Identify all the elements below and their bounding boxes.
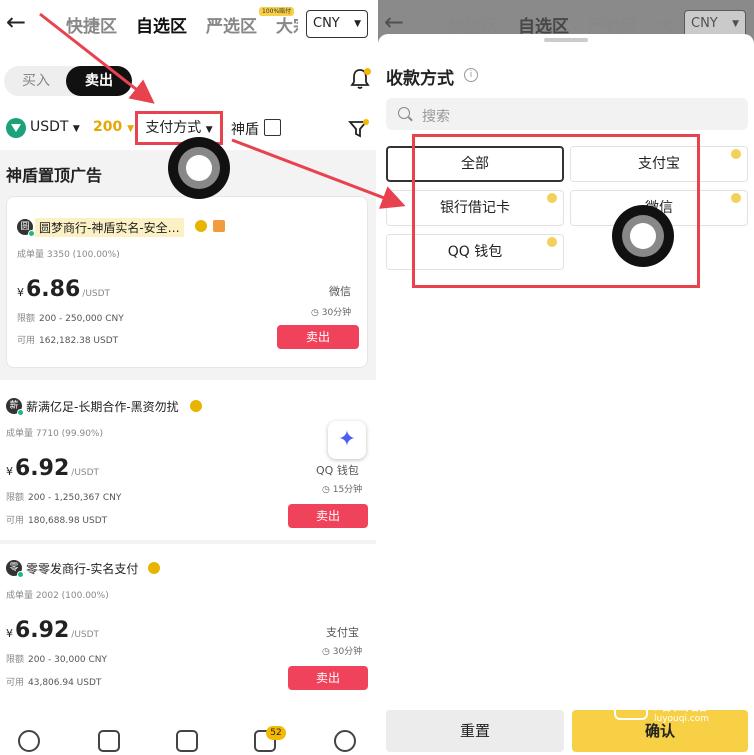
sell-button[interactable]: 卖出 bbox=[277, 325, 359, 349]
orders-icon[interactable] bbox=[98, 730, 120, 752]
listing-row[interactable]: 零 零零发商行-实名支付 成单量 2002 (100.00%) ¥6.92/US… bbox=[0, 544, 376, 706]
profile-icon[interactable] bbox=[334, 730, 356, 752]
back-arrow-icon[interactable]: ← bbox=[6, 8, 26, 36]
sell-button[interactable]: 卖出 bbox=[288, 666, 368, 690]
tab-bulk[interactable]: 大宗 bbox=[276, 12, 298, 37]
time-limit: ◷ 15分钟 bbox=[322, 485, 363, 495]
back-arrow-icon: ← bbox=[384, 8, 405, 36]
order-count: 成单量 2002 (100.00%) bbox=[6, 591, 109, 601]
coin-select[interactable]: USDT ▼ bbox=[30, 119, 80, 135]
limit: 限额 200 - 250,000 CNY bbox=[17, 314, 124, 324]
price: ¥6.92/USDT bbox=[6, 618, 100, 643]
search-input[interactable]: 搜索 bbox=[386, 98, 748, 130]
caret-down-icon: ▼ bbox=[354, 19, 361, 29]
tab-quick[interactable]: 快捷区 bbox=[66, 12, 117, 37]
order-count: 成单量 7710 (99.90%) bbox=[6, 429, 103, 439]
tap-indicator bbox=[168, 137, 230, 199]
right-screen: ← 快捷区 自选区 严选区 大宗 CNY ▼ 收款方式 i 搜索 全部 支付宝 … bbox=[378, 0, 754, 755]
bell-icon[interactable] bbox=[350, 68, 371, 90]
amount-select[interactable]: 200 ▼ bbox=[93, 119, 134, 135]
tap-indicator bbox=[612, 205, 674, 267]
ai-sparkle-icon[interactable]: ✦ bbox=[328, 421, 366, 459]
payment-method-sheet: 收款方式 i 搜索 全部 支付宝 银行借记卡 微信 QQ 钱包 重置 确认 bbox=[378, 34, 754, 755]
announce-icon[interactable] bbox=[176, 730, 198, 752]
bottom-nav bbox=[0, 724, 376, 755]
price: ¥6.92/USDT bbox=[6, 456, 100, 481]
buy-sell-toggle: 买入 卖出 bbox=[4, 66, 132, 96]
home-icon[interactable] bbox=[18, 730, 40, 752]
payment-method: QQ 钱包 bbox=[316, 464, 359, 477]
currency-value: CNY bbox=[691, 16, 718, 31]
currency-value: CNY bbox=[313, 16, 340, 31]
verified-badge-icon bbox=[195, 220, 207, 232]
watermark-title: 路由器 bbox=[654, 694, 708, 715]
available: 可用 162,182.38 USDT bbox=[17, 336, 119, 346]
sheet-title: 收款方式 bbox=[386, 69, 454, 89]
listing-card-pinned[interactable]: 圆 圆梦商行-神盾实名-安全… 成单量 3350 (100.00%) ¥6.86… bbox=[6, 196, 368, 368]
watermark-url: luyouqi.com bbox=[654, 714, 710, 724]
shield-label: 神盾 bbox=[231, 122, 259, 138]
shield-checkbox[interactable] bbox=[264, 119, 281, 136]
available: 可用 43,806.94 USDT bbox=[6, 678, 102, 688]
avatar: 零 bbox=[6, 560, 24, 578]
order-count: 成单量 3350 (100.00%) bbox=[17, 250, 120, 260]
price: ¥6.86/USDT bbox=[17, 277, 111, 302]
available: 可用 180,688.98 USDT bbox=[6, 516, 108, 526]
section-title: 神盾置顶广告 bbox=[6, 166, 103, 185]
time-limit: ◷ 30分钟 bbox=[322, 647, 363, 657]
time-limit: ◷ 30分钟 bbox=[311, 308, 352, 318]
reset-button[interactable]: 重置 bbox=[386, 710, 564, 752]
watermark-logo: 路由器 luyouqi.com bbox=[614, 690, 754, 730]
left-screen: ← 快捷区 自选区 严选区 100%赔付 大宗 CNY ▼ 买入 卖出 USDT… bbox=[0, 0, 376, 755]
limit: 限额 200 - 1,250,367 CNY bbox=[6, 493, 122, 503]
buy-tab[interactable]: 买入 bbox=[4, 66, 68, 96]
merchant-name[interactable]: 圆梦商行-神盾实名-安全… bbox=[35, 218, 184, 237]
merchant-name[interactable]: 零零发商行-实名支付 bbox=[26, 560, 138, 577]
drag-handle[interactable] bbox=[544, 38, 588, 42]
filter-funnel-icon[interactable] bbox=[348, 118, 370, 140]
merchant-name[interactable]: 薪满亿足-长期合作-黑资勿扰 bbox=[26, 398, 179, 415]
message-badge: 52 bbox=[266, 726, 286, 740]
router-icon bbox=[614, 690, 648, 720]
listing-row[interactable]: 薪 薪满亿足-长期合作-黑资勿扰 成单量 7710 (99.90%) ¥6.92… bbox=[0, 380, 376, 538]
avatar: 圆 bbox=[17, 219, 35, 237]
avatar: 薪 bbox=[6, 398, 24, 416]
tab-strict[interactable]: 严选区 bbox=[206, 12, 257, 37]
search-icon bbox=[398, 107, 410, 119]
tab-custom[interactable]: 自选区 bbox=[136, 12, 187, 37]
sell-button[interactable]: 卖出 bbox=[288, 504, 368, 528]
payment-method: 支付宝 bbox=[326, 626, 359, 639]
usdt-icon bbox=[6, 118, 26, 138]
payment-method: 微信 bbox=[329, 285, 351, 298]
sell-tab[interactable]: 卖出 bbox=[66, 66, 132, 96]
currency-select[interactable]: CNY ▼ bbox=[306, 10, 368, 38]
search-placeholder: 搜索 bbox=[422, 109, 450, 125]
top-nav: ← 快捷区 自选区 严选区 100%赔付 大宗 CNY ▼ bbox=[0, 0, 376, 48]
shield-badge-icon bbox=[213, 220, 225, 232]
verified-badge-icon bbox=[190, 400, 202, 412]
info-icon[interactable]: i bbox=[464, 68, 478, 82]
verified-badge-icon bbox=[148, 562, 160, 574]
limit: 限额 200 - 30,000 CNY bbox=[6, 655, 108, 665]
